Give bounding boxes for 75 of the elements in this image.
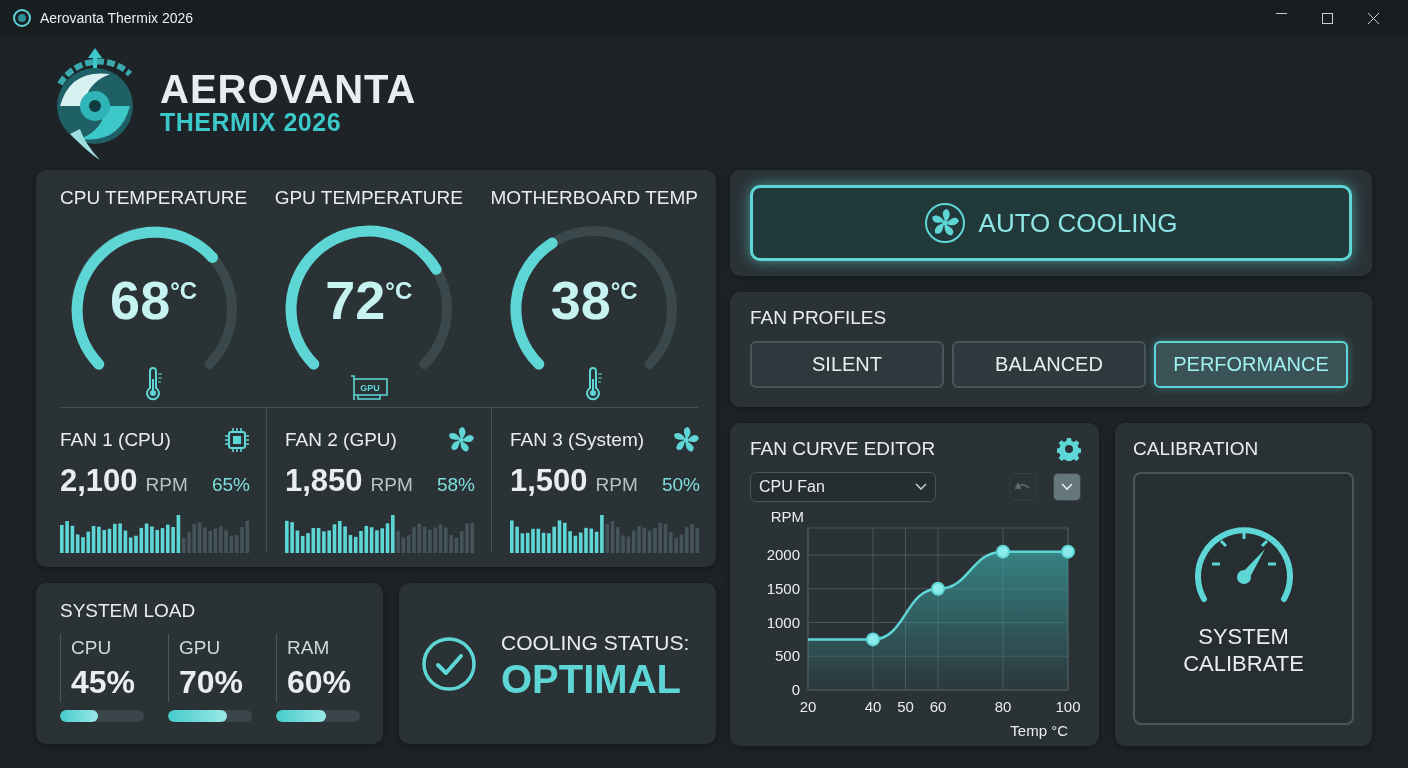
fan-dropdown[interactable]: CPU Fan [750,471,936,502]
load-label: CPU [71,635,113,660]
status-value: OPTIMAL [501,658,682,701]
maximize-icon[interactable] [1321,12,1333,24]
check-circle-icon [421,635,477,692]
fan-percent: 50% [661,473,700,497]
speed-unit: RPM [145,473,188,497]
section-title: FAN PROFILES [750,306,888,330]
axis-tick-label: 40 [864,697,882,715]
profile-button[interactable]: BALANCED [952,340,1146,388]
window-title: Aerovanta Thermix 2026 [40,8,194,28]
axis-tick-label: 1000 [766,613,800,630]
temperature-value: 38 [550,272,611,327]
axis-tick-label: 500 [774,646,800,664]
curve-point-handle[interactable] [931,581,945,596]
profile-button[interactable]: SILENT [750,340,944,388]
load-value: 45% [71,663,137,702]
axis-title: RPM [770,507,804,525]
axis-tick-label: 100 [1055,697,1081,715]
speed-unit: RPM [370,473,413,497]
temperature-unit: °C [385,275,413,306]
axis-tick-label: 20 [799,697,817,715]
status-label: COOLING STATUS: [501,629,690,656]
expand-button[interactable] [1053,472,1081,501]
profile-button[interactable]: PERFORMANCE [1154,340,1348,388]
fan-name: FAN 1 (CPU) [60,427,171,452]
fan-icon [447,425,475,454]
axis-tick-label: 50 [897,697,914,715]
axis-tick-label: 80 [994,697,1012,715]
gauge-title: MOTHERBOARD TEMP [490,186,698,210]
load-label: GPU [179,635,222,660]
load-value: 70% [179,663,245,702]
curve-point-handle[interactable] [866,631,880,646]
axis-tick-label: 60 [929,697,947,715]
chip-icon [224,426,250,453]
curve-point-handle[interactable] [1061,544,1075,559]
curve-point-handle[interactable] [996,544,1010,559]
close-icon[interactable] [1367,12,1379,24]
load-value: 60% [287,663,353,702]
app-icon [12,8,32,28]
fan-speed: 1,500 [510,462,588,500]
thermometer-icon [584,366,605,401]
temperature-value: 68 [110,272,171,327]
gauge-title: CPU TEMPERATURE [60,186,248,210]
calibrate-button[interactable]: SYSTEM CALIBRATE [1133,471,1354,725]
load-label: RAM [287,635,331,660]
fan-name: FAN 3 (System) [510,427,645,452]
temperature-unit: °C [170,275,198,306]
gauge-title: GPU TEMPERATURE [274,186,463,210]
fan-percent: 65% [211,473,250,497]
section-title: SYSTEM LOAD [60,599,197,623]
fan-name: FAN 2 (GPU) [285,427,397,452]
fan-speed: 1,850 [285,462,363,500]
chevron-icon [915,482,927,491]
auto-cooling-button[interactable]: AUTO COOLING [750,185,1352,261]
axis-tick-label: 2000 [766,545,800,563]
section-title: CALIBRATION [1133,437,1260,461]
chevron-icon [1061,482,1073,491]
fan-icon [672,425,700,454]
speed-unit: RPM [595,473,638,497]
fan-icon [924,203,965,243]
brand-name: AEROVANTA [160,69,417,110]
temperature-value: 72 [325,272,386,327]
axis-title: Temp °C [1010,721,1068,739]
axis-tick-label: 0 [791,680,800,698]
card-label: GPU [360,382,380,393]
thermometer-icon [143,366,164,401]
fan-speed: 2,100 [60,462,138,500]
minimize-icon[interactable] [1275,12,1287,15]
axis-tick-label: 1500 [766,579,800,597]
section-title: FAN CURVE EDITOR [750,437,936,461]
product-name: THERMIX 2026 [160,109,343,137]
temperature-unit: °C [610,275,638,306]
fan-percent: 58% [436,473,475,497]
settings-icon[interactable] [1057,437,1081,462]
